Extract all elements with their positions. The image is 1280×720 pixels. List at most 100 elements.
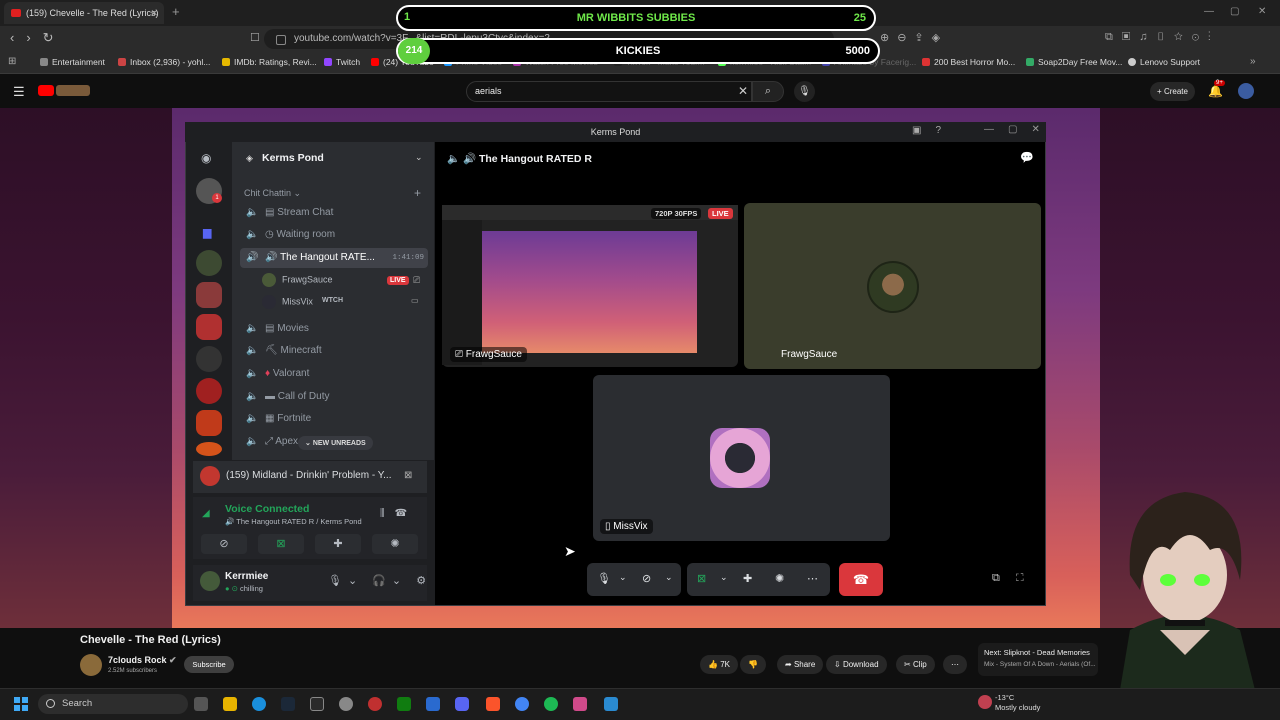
nav-buttons[interactable]: ‹›↻: [10, 30, 66, 46]
brave-icon[interactable]: [486, 697, 500, 711]
browser-extension-icons[interactable]: ⧉▣♫▯☆⊙⋮: [1105, 31, 1220, 44]
share-button[interactable]: ➦ Share: [777, 655, 824, 674]
create-button[interactable]: + Create: [1150, 82, 1195, 101]
channel-minecraft[interactable]: 🔈 ⛏ Minecraft: [240, 341, 428, 361]
user-controls[interactable]: 🎙⌄ 🎧⌄ ⚙: [328, 574, 432, 587]
channel-category[interactable]: Chit Chattin ⌄: [244, 188, 301, 199]
activities-button[interactable]: ✚: [315, 534, 361, 554]
app-icon[interactable]: [573, 697, 587, 711]
youtube-search-input[interactable]: aerials: [466, 81, 752, 102]
avatar[interactable]: [200, 571, 220, 591]
channel-fortnite[interactable]: 🔈 ▦ Fortnite: [240, 409, 428, 429]
bookmark-item[interactable]: Twitch: [324, 57, 360, 67]
folder-icon[interactable]: ▆: [203, 226, 211, 239]
disconnect-button[interactable]: ☎: [839, 563, 883, 596]
screenshare-icon[interactable]: ⊠: [697, 572, 706, 585]
app-icon[interactable]: [426, 697, 440, 711]
chat-bubble-icon[interactable]: 💬: [1020, 151, 1034, 164]
browser-tab[interactable]: (159) Chevelle - The Red (Lyrics) ✕: [4, 2, 164, 24]
epic-games-icon[interactable]: [310, 697, 324, 711]
channel-stream-chat[interactable]: 🔈 ▤ Stream Chat: [240, 203, 428, 223]
microphone-icon[interactable]: 🎙: [597, 572, 611, 585]
bookmark-item[interactable]: Lenovo Support: [1128, 57, 1200, 67]
bookmarks-more-icon[interactable]: »: [1250, 56, 1256, 67]
tab-close-icon[interactable]: ✕: [150, 2, 158, 24]
chevron-down-icon[interactable]: ⌄: [720, 572, 728, 583]
edge-icon[interactable]: [252, 697, 266, 711]
camera-off-icon[interactable]: ⊘: [642, 572, 651, 585]
chevron-down-icon[interactable]: ⌄: [619, 572, 627, 583]
bookmark-item[interactable]: Inbox (2,936) - yohl...: [118, 57, 210, 67]
app-icon[interactable]: [604, 697, 618, 711]
voice-panel-icons[interactable]: ⫼☎: [380, 508, 417, 519]
close-window-icon[interactable]: ✕: [1258, 6, 1266, 17]
bookmark-item[interactable]: Entertainment: [40, 57, 105, 67]
channel-waiting-room[interactable]: 🔈 ◷ Waiting room: [240, 225, 428, 245]
server-name[interactable]: Kerms Pond: [262, 152, 324, 164]
spotify-icon[interactable]: [544, 697, 558, 711]
more-actions-button[interactable]: ⋯: [943, 655, 967, 674]
apps-grid-icon[interactable]: ⊞: [8, 56, 16, 67]
server-icon[interactable]: [196, 410, 222, 436]
app-icon[interactable]: [368, 697, 382, 711]
windows-start-icon[interactable]: [14, 697, 28, 711]
discord-home-icon[interactable]: ◉: [201, 151, 211, 165]
activity-title[interactable]: (159) Midland - Drinkin' Problem - Y...: [226, 470, 396, 481]
popout-fullscreen-icons[interactable]: ⧉⛶: [992, 572, 1040, 585]
bookmark-item[interactable]: IMDb: Ratings, Revi...: [222, 57, 317, 67]
bookmark-item[interactable]: Soap2Day Free Mov...: [1026, 57, 1122, 67]
voice-user-frawgsauce[interactable]: FrawgSauce: [262, 273, 333, 287]
channel-name[interactable]: 7clouds Rock ✔: [108, 655, 177, 666]
voice-location[interactable]: 🔊 The Hangout RATED R / Kerms Pond: [225, 517, 362, 526]
notifications-bell-icon[interactable]: 🔔: [1208, 84, 1223, 98]
user-name[interactable]: Kerrmiee: [225, 571, 268, 582]
search-icon[interactable]: ⌕: [752, 81, 784, 102]
activity-close-icon[interactable]: ⊠: [404, 470, 412, 481]
steam-icon[interactable]: [281, 697, 295, 711]
bookmark-item[interactable]: 200 Best Horror Mo...: [922, 57, 1015, 67]
more-options-icon[interactable]: ⋯: [807, 572, 818, 585]
discord-inbox-help-icons[interactable]: ▣?: [912, 125, 955, 136]
dislike-button[interactable]: 👎: [740, 655, 766, 674]
chevron-down-icon[interactable]: ⌄: [665, 572, 673, 583]
download-button[interactable]: ⇩ Download: [826, 655, 887, 674]
channel-movies[interactable]: 🔈 ▤ Movies: [240, 319, 428, 339]
chrome-icon[interactable]: [515, 697, 529, 711]
voice-connected-label[interactable]: Voice Connected: [225, 503, 309, 515]
clear-search-icon[interactable]: ✕: [738, 84, 748, 98]
chevron-down-icon[interactable]: ⌄: [415, 152, 423, 163]
discord-icon[interactable]: [455, 697, 469, 711]
add-channel-icon[interactable]: +: [414, 186, 421, 200]
youtube-logo-icon[interactable]: [38, 85, 54, 96]
new-unreads-button[interactable]: ⌄ NEW UNREADS: [298, 436, 373, 450]
clip-button[interactable]: ✂ Clip: [896, 655, 935, 674]
channel-valorant[interactable]: 🔈 ♦ Valorant: [240, 364, 428, 384]
server-icon[interactable]: [196, 346, 222, 372]
channel-the-hangout[interactable]: 🔊 🔊 The Hangout RATE... 1:41:09: [240, 248, 428, 268]
server-icon[interactable]: [196, 250, 222, 276]
screenshare-button[interactable]: ⊠: [258, 534, 304, 554]
address-tool-icons[interactable]: ⊕⊖⇪◈: [880, 31, 948, 44]
obs-icon[interactable]: [339, 697, 353, 711]
menu-icon[interactable]: ☰: [13, 84, 25, 100]
bookmark-star-icon[interactable]: ☐: [250, 31, 260, 44]
task-view-icon[interactable]: [194, 697, 208, 711]
server-icon[interactable]: [196, 282, 222, 308]
voice-user-missvix[interactable]: MissVix: [262, 295, 313, 309]
weather-widget[interactable]: -13°C Mostly cloudy: [995, 693, 1040, 713]
activities-icon[interactable]: ✚: [743, 572, 752, 585]
discord-window-controls[interactable]: —▢✕: [984, 124, 1054, 135]
channel-avatar[interactable]: [80, 654, 102, 676]
channel-call-of-duty[interactable]: 🔈 ▬ Call of Duty: [240, 387, 428, 407]
weather-icon[interactable]: [978, 695, 992, 709]
soundboard-button[interactable]: ✺: [372, 534, 418, 554]
soundboard-icon[interactable]: ✺: [775, 572, 784, 585]
signal-icon[interactable]: ◢: [202, 508, 210, 519]
server-icon[interactable]: [196, 442, 222, 456]
camera-off-button[interactable]: ⊘: [201, 534, 247, 554]
minimize-icon[interactable]: —: [1204, 6, 1214, 17]
account-avatar[interactable]: [1238, 83, 1254, 99]
microphone-icon[interactable]: 🎙: [794, 81, 815, 102]
maximize-icon[interactable]: ▢: [1230, 6, 1239, 17]
file-explorer-icon[interactable]: [223, 697, 237, 711]
